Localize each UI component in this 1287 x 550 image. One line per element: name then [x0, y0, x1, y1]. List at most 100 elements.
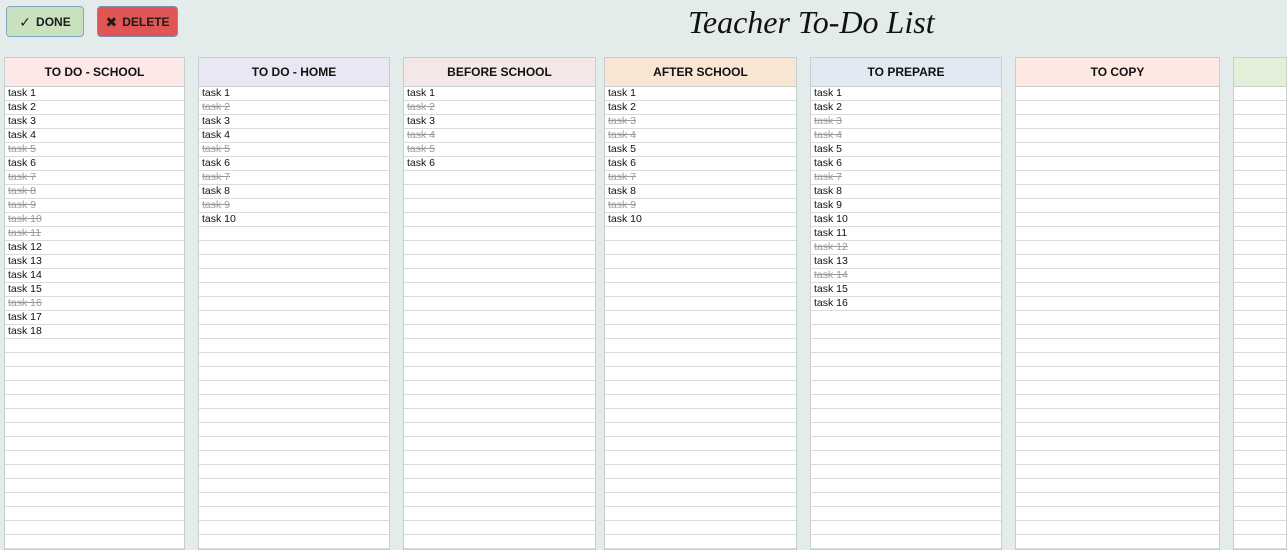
empty-cell[interactable]	[5, 423, 184, 437]
empty-cell[interactable]	[199, 493, 389, 507]
empty-cell[interactable]	[811, 507, 1001, 521]
empty-cell[interactable]	[5, 381, 184, 395]
task-cell[interactable]: task 18	[5, 325, 184, 339]
task-cell[interactable]: task 6	[199, 157, 389, 171]
empty-cell[interactable]	[1016, 339, 1219, 353]
column-header[interactable]: TO PREPARE	[810, 57, 1002, 86]
empty-cell[interactable]	[404, 199, 595, 213]
empty-cell[interactable]	[404, 297, 595, 311]
empty-cell[interactable]	[1234, 437, 1286, 451]
task-cell[interactable]: task 8	[811, 185, 1001, 199]
empty-cell[interactable]	[199, 353, 389, 367]
empty-cell[interactable]	[605, 395, 796, 409]
empty-cell[interactable]	[1234, 465, 1286, 479]
task-cell[interactable]: task 12	[811, 241, 1001, 255]
empty-cell[interactable]	[5, 479, 184, 493]
task-cell[interactable]: task 1	[5, 87, 184, 101]
empty-cell[interactable]	[1016, 297, 1219, 311]
task-cell[interactable]: task 10	[199, 213, 389, 227]
empty-cell[interactable]	[811, 479, 1001, 493]
empty-cell[interactable]	[605, 521, 796, 535]
empty-cell[interactable]	[5, 451, 184, 465]
empty-cell[interactable]	[5, 507, 184, 521]
column-header[interactable]: AFTER SCHOOL	[604, 57, 797, 86]
task-cell[interactable]: task 1	[811, 87, 1001, 101]
task-cell[interactable]: task 15	[811, 283, 1001, 297]
empty-cell[interactable]	[811, 437, 1001, 451]
empty-cell[interactable]	[199, 241, 389, 255]
task-cell[interactable]: task 7	[811, 171, 1001, 185]
empty-cell[interactable]	[1234, 311, 1286, 325]
empty-cell[interactable]	[1234, 297, 1286, 311]
column-header[interactable]	[1233, 57, 1287, 86]
empty-cell[interactable]	[1016, 171, 1219, 185]
task-cell[interactable]: task 2	[811, 101, 1001, 115]
empty-cell[interactable]	[1016, 185, 1219, 199]
empty-cell[interactable]	[199, 479, 389, 493]
task-cell[interactable]: task 1	[404, 87, 595, 101]
empty-cell[interactable]	[199, 507, 389, 521]
empty-cell[interactable]	[1016, 479, 1219, 493]
empty-cell[interactable]	[1234, 129, 1286, 143]
empty-cell[interactable]	[605, 325, 796, 339]
empty-cell[interactable]	[605, 339, 796, 353]
empty-cell[interactable]	[1016, 507, 1219, 521]
empty-cell[interactable]	[199, 409, 389, 423]
empty-cell[interactable]	[1016, 437, 1219, 451]
empty-cell[interactable]	[5, 437, 184, 451]
empty-cell[interactable]	[404, 409, 595, 423]
empty-cell[interactable]	[1016, 101, 1219, 115]
empty-cell[interactable]	[811, 339, 1001, 353]
empty-cell[interactable]	[1016, 269, 1219, 283]
task-cell[interactable]: task 13	[5, 255, 184, 269]
empty-cell[interactable]	[1016, 353, 1219, 367]
task-cell[interactable]: task 5	[811, 143, 1001, 157]
empty-cell[interactable]	[199, 423, 389, 437]
task-cell[interactable]: task 3	[404, 115, 595, 129]
empty-cell[interactable]	[605, 367, 796, 381]
task-cell[interactable]: task 3	[5, 115, 184, 129]
task-cell[interactable]: task 4	[404, 129, 595, 143]
empty-cell[interactable]	[404, 213, 595, 227]
empty-cell[interactable]	[1234, 115, 1286, 129]
empty-cell[interactable]	[1234, 479, 1286, 493]
empty-cell[interactable]	[404, 339, 595, 353]
empty-cell[interactable]	[1016, 451, 1219, 465]
empty-cell[interactable]	[1234, 227, 1286, 241]
empty-cell[interactable]	[605, 409, 796, 423]
task-cell[interactable]: task 4	[605, 129, 796, 143]
task-cell[interactable]: task 9	[605, 199, 796, 213]
task-cell[interactable]: task 3	[605, 115, 796, 129]
task-cell[interactable]: task 9	[811, 199, 1001, 213]
empty-cell[interactable]	[1234, 325, 1286, 339]
empty-cell[interactable]	[404, 535, 595, 549]
task-cell[interactable]: task 9	[199, 199, 389, 213]
task-cell[interactable]: task 3	[199, 115, 389, 129]
empty-cell[interactable]	[1234, 535, 1286, 549]
empty-cell[interactable]	[404, 241, 595, 255]
empty-cell[interactable]	[605, 311, 796, 325]
empty-cell[interactable]	[1016, 143, 1219, 157]
empty-cell[interactable]	[1016, 227, 1219, 241]
empty-cell[interactable]	[811, 423, 1001, 437]
empty-cell[interactable]	[1234, 101, 1286, 115]
empty-cell[interactable]	[605, 297, 796, 311]
empty-cell[interactable]	[1234, 381, 1286, 395]
task-cell[interactable]: task 5	[404, 143, 595, 157]
empty-cell[interactable]	[199, 367, 389, 381]
empty-cell[interactable]	[404, 493, 595, 507]
empty-cell[interactable]	[5, 395, 184, 409]
empty-cell[interactable]	[1234, 213, 1286, 227]
empty-cell[interactable]	[1016, 521, 1219, 535]
empty-cell[interactable]	[199, 283, 389, 297]
empty-cell[interactable]	[811, 409, 1001, 423]
empty-cell[interactable]	[605, 465, 796, 479]
task-cell[interactable]: task 10	[811, 213, 1001, 227]
empty-cell[interactable]	[404, 521, 595, 535]
empty-cell[interactable]	[1234, 353, 1286, 367]
empty-cell[interactable]	[1016, 213, 1219, 227]
empty-cell[interactable]	[811, 535, 1001, 549]
empty-cell[interactable]	[404, 465, 595, 479]
done-button[interactable]: ✓ DONE	[6, 6, 84, 37]
empty-cell[interactable]	[404, 437, 595, 451]
